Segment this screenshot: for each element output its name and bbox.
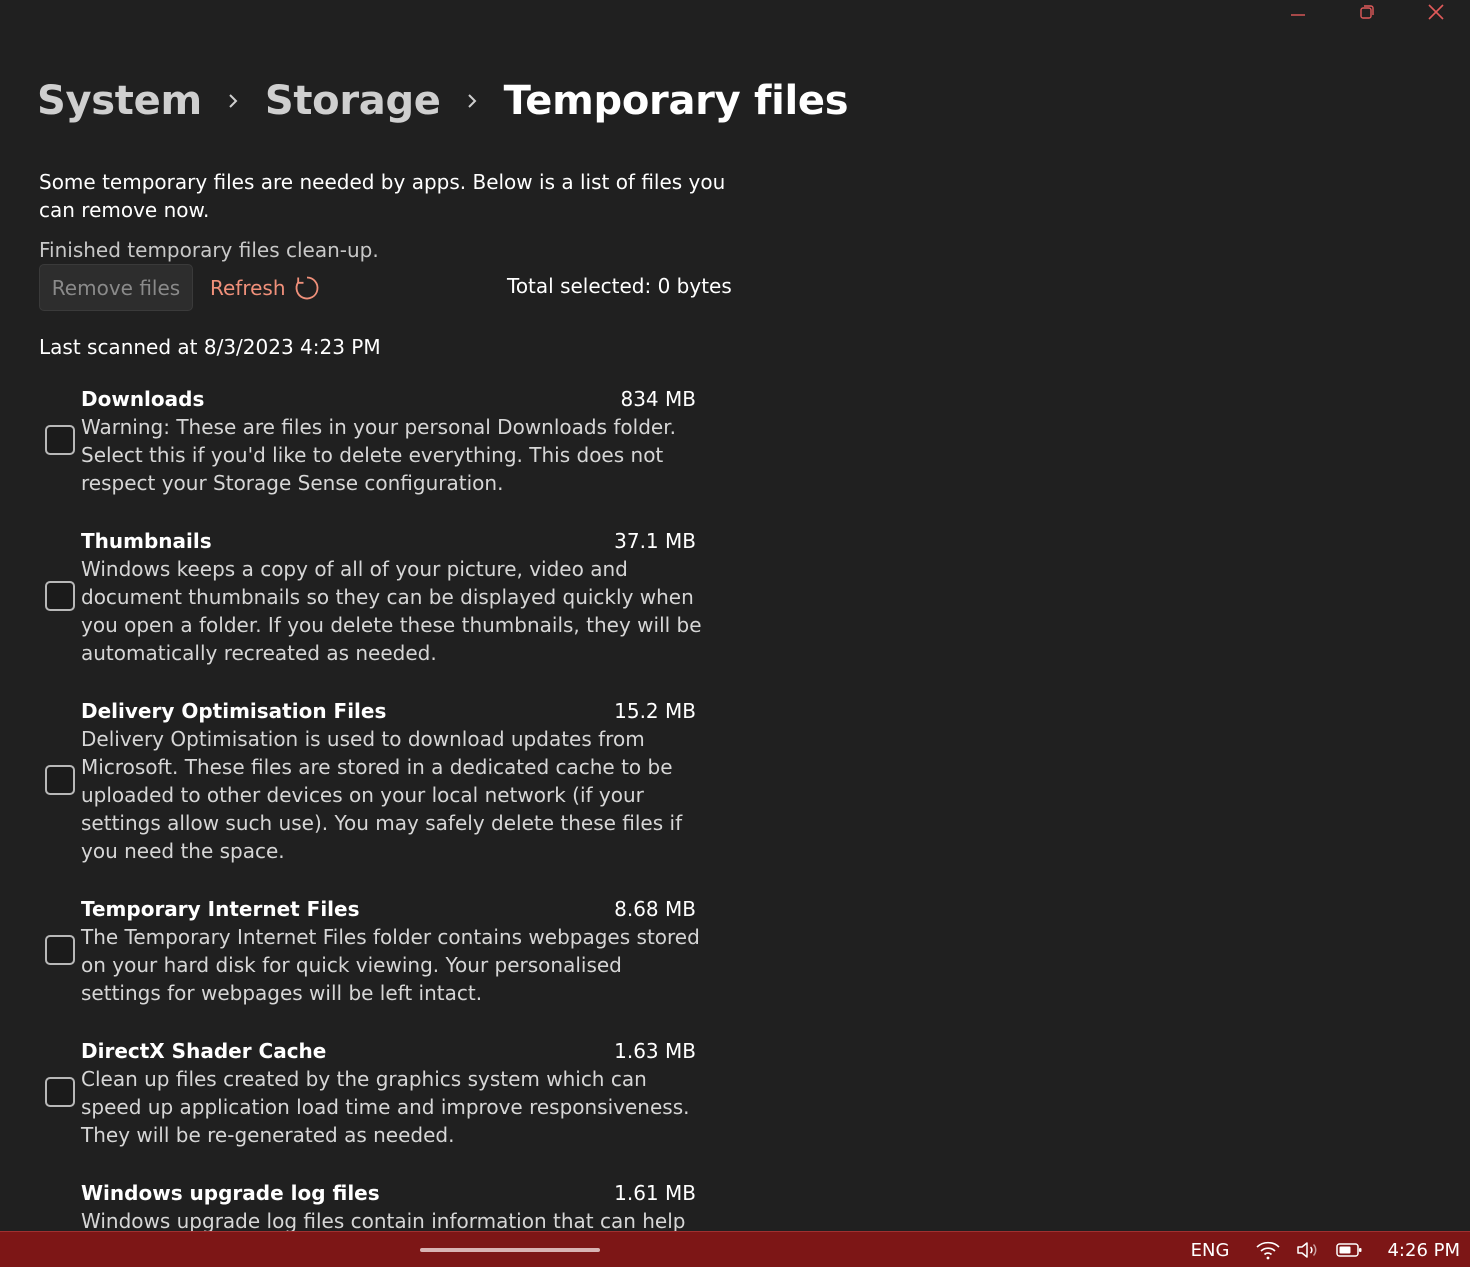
item-title: Delivery Optimisation Files [81,699,387,723]
breadcrumb-storage[interactable]: Storage [265,78,441,124]
refresh-icon [295,276,318,300]
directx-shader-cache-checkbox[interactable] [45,1077,75,1107]
item-size: 15.2 MB [614,699,696,723]
breadcrumb: System Storage Temporary files [37,74,849,128]
item-size: 834 MB [620,387,696,411]
item-title: Thumbnails [81,529,212,553]
chevron-right-icon [202,93,265,109]
chevron-right-icon [441,93,504,109]
item-title: Downloads [81,387,205,411]
close-button[interactable] [1401,0,1470,24]
item-title: Windows upgrade log files [81,1181,380,1205]
breadcrumb-system[interactable]: System [37,78,202,124]
item-size: 1.63 MB [614,1039,696,1063]
minimize-icon [1290,14,1305,16]
item-description: Warning: These are files in your persona… [81,415,676,495]
last-scanned: Last scanned at 8/3/2023 4:23 PM [39,335,381,359]
item-title: Temporary Internet Files [81,897,360,921]
temporary-internet-files-checkbox[interactable] [45,935,75,965]
item-description: The Temporary Internet Files folder cont… [81,925,700,1005]
restore-button[interactable] [1332,0,1401,24]
language-indicator[interactable]: ENG [1191,1240,1230,1261]
close-icon [1427,4,1444,20]
wifi-icon[interactable] [1255,1240,1281,1260]
window-controls [1263,0,1470,24]
volume-icon[interactable] [1295,1240,1321,1260]
item-description: Windows keeps a copy of all of your pict… [81,557,702,665]
intro-text: Some temporary files are needed by apps.… [39,170,726,222]
refresh-label: Refresh [210,276,286,300]
minimize-button[interactable] [1263,0,1332,24]
item-description: Clean up files created by the graphics s… [81,1067,690,1147]
item-description: Delivery Optimisation is used to downloa… [81,727,683,863]
item-size: 37.1 MB [614,529,696,553]
taskbar-clock[interactable]: 4:26 PM [1387,1240,1460,1261]
refresh-button[interactable]: Refresh [210,272,320,304]
thumbnails-checkbox[interactable] [45,581,75,611]
list-item-windows-upgrade-log-files: Windows upgrade log files 1.61 MB Window… [0,1179,720,1231]
battery-icon[interactable] [1335,1241,1363,1259]
remove-files-button[interactable]: Remove files [39,264,193,311]
downloads-checkbox[interactable] [45,425,75,455]
home-indicator[interactable] [420,1248,600,1252]
restore-icon [1359,5,1374,19]
item-title: DirectX Shader Cache [81,1039,327,1063]
total-selected: Total selected: 0 bytes [507,274,732,298]
item-size: 8.68 MB [614,897,696,921]
system-tray: ENG 4:26 PM [1191,1232,1460,1267]
taskbar: ENG 4:26 PM [0,1231,1470,1267]
page-title: Temporary files [503,78,849,124]
item-size: 1.61 MB [614,1181,696,1205]
item-description: Windows upgrade log files contain inform… [81,1209,686,1231]
delivery-optimisation-checkbox[interactable] [45,765,75,795]
cleanup-status: Finished temporary files clean-up. [39,238,379,262]
